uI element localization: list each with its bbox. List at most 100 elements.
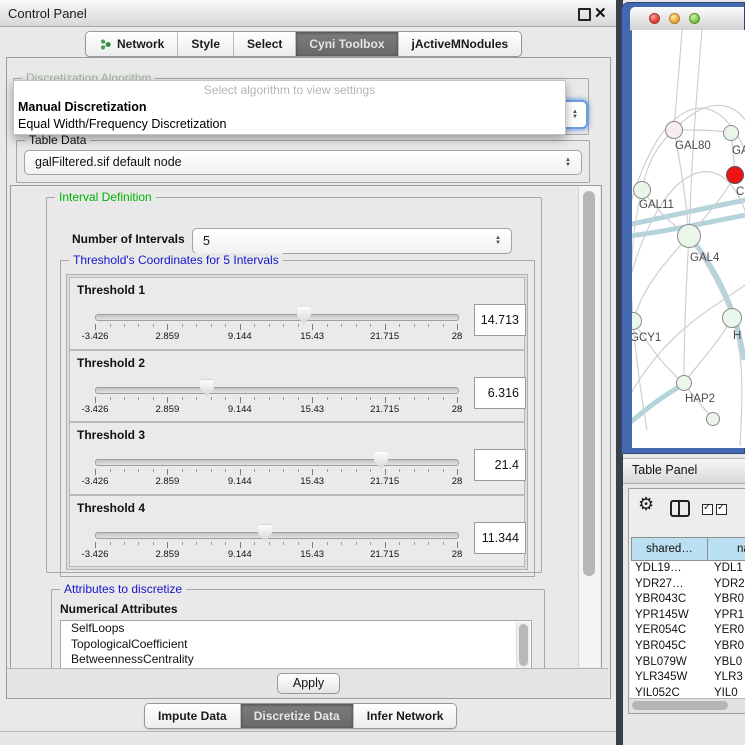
- slider-tick: [370, 397, 371, 400]
- slider-handle[interactable]: [374, 452, 388, 469]
- slider-tick: [457, 324, 458, 330]
- threshold-value-field[interactable]: 14.713: [474, 304, 526, 336]
- threshold-label: Threshold 3: [77, 428, 145, 442]
- settings-scrollbar-track[interactable]: [578, 186, 600, 667]
- tab-impute-data[interactable]: Impute Data: [145, 704, 241, 728]
- cell-name: YBR0: [706, 592, 744, 608]
- combo-arrows-icon: ▲▼: [565, 158, 571, 168]
- slider-tick: [298, 324, 299, 327]
- slider-tick: [225, 469, 226, 472]
- list-item-selfloops[interactable]: SelfLoops: [61, 621, 531, 637]
- algorithm-dropdown-popup: Select algorithm to view settings Manual…: [13, 80, 566, 135]
- columns-icon[interactable]: [670, 500, 690, 517]
- slider-tick-label: 21.715: [363, 476, 407, 487]
- tab-select[interactable]: Select: [234, 32, 296, 56]
- table-data-combobox[interactable]: galFiltered.sif default node ▲▼: [24, 150, 582, 175]
- list-item-topologicalcoefficient[interactable]: TopologicalCoefficient: [61, 637, 531, 653]
- tab-jactivemnodules[interactable]: jActiveMNodules: [399, 32, 522, 56]
- yellow-light-icon[interactable]: [669, 13, 680, 24]
- gear-icon[interactable]: ⚙: [638, 495, 654, 513]
- tab-network[interactable]: Network: [86, 32, 178, 56]
- slider-tick: [428, 397, 429, 400]
- network-node-gal4[interactable]: [677, 224, 701, 248]
- network-node-c[interactable]: [726, 166, 744, 184]
- table-row[interactable]: YLR345WYLR3: [630, 670, 745, 686]
- slider-tick: [240, 397, 241, 403]
- tab-infer-network[interactable]: Infer Network: [354, 704, 457, 728]
- network-node-gal80[interactable]: [665, 121, 683, 139]
- checkbox-icon[interactable]: [702, 504, 713, 515]
- table-row[interactable]: YBR045CYBR0: [630, 639, 745, 655]
- table-hscrollbar-track[interactable]: [629, 698, 745, 713]
- network-node-h[interactable]: [722, 308, 742, 328]
- slider-track[interactable]: [95, 532, 459, 539]
- node-label-ga: GA: [732, 145, 745, 157]
- table-row[interactable]: YDL19…YDL1: [630, 561, 745, 577]
- close-icon[interactable]: ✕: [594, 4, 607, 22]
- column-header-name[interactable]: na: [707, 537, 745, 561]
- slider-tick: [399, 324, 400, 327]
- slider-tick: [312, 397, 313, 403]
- green-light-icon[interactable]: [689, 13, 700, 24]
- table-data-combobox-value: galFiltered.sif default node: [25, 151, 581, 174]
- popup-item-manual-discretization[interactable]: Manual Discretization: [14, 99, 565, 116]
- slider-handle[interactable]: [297, 307, 311, 324]
- float-icon[interactable]: [578, 8, 591, 21]
- slider-tick-label: 28: [435, 549, 479, 560]
- table-row[interactable]: YPR145WYPR1: [630, 608, 745, 624]
- slider-tick: [356, 324, 357, 327]
- slider-tick: [370, 324, 371, 327]
- table-row[interactable]: YBL079WYBL0: [630, 655, 745, 671]
- tab-discretize-data[interactable]: Discretize Data: [241, 704, 354, 728]
- slider-tick: [443, 324, 444, 327]
- slider-tick: [327, 469, 328, 472]
- slider-track[interactable]: [95, 387, 459, 394]
- table-hscrollbar-thumb[interactable]: [632, 701, 728, 710]
- cell-shared-name: YBL079W: [630, 655, 706, 671]
- network-node-gal11[interactable]: [633, 181, 651, 199]
- slider-tick: [356, 542, 357, 545]
- network-canvas[interactable]: GAL80GACGAL11GAL4GCY1HHAP2: [632, 30, 745, 448]
- slider-track[interactable]: [95, 314, 459, 321]
- list-scrollbar-thumb[interactable]: [519, 624, 528, 666]
- threshold-value-field[interactable]: 11.344: [474, 522, 526, 554]
- red-light-icon[interactable]: [649, 13, 660, 24]
- slider-tick: [399, 397, 400, 400]
- node-label-h: H: [733, 330, 741, 342]
- numerical-attributes-list[interactable]: SelfLoopsTopologicalCoefficientBetweenne…: [60, 620, 532, 670]
- slider-tick-label: 21.715: [363, 549, 407, 560]
- threshold-value-field[interactable]: 6.316: [474, 377, 526, 409]
- apply-button[interactable]: Apply: [277, 673, 340, 694]
- tab-label: Network: [117, 37, 164, 51]
- slider-tick: [356, 397, 357, 400]
- list-scrollbar-track[interactable]: [516, 622, 530, 670]
- network-node-hap2[interactable]: [676, 375, 692, 391]
- network-node-ga[interactable]: [723, 125, 739, 141]
- number-of-intervals-spinner[interactable]: 5 ▲▼: [192, 228, 512, 254]
- slider-track[interactable]: [95, 459, 459, 466]
- slider-handle[interactable]: [200, 380, 214, 397]
- table-row[interactable]: YIL052CYIL0: [630, 686, 745, 698]
- threshold-value-field[interactable]: 21.4: [474, 449, 526, 481]
- column-header-shared[interactable]: shared…: [631, 537, 708, 561]
- tab-style[interactable]: Style: [178, 32, 234, 56]
- network-node[interactable]: [706, 412, 720, 426]
- node-label-gal80: GAL80: [675, 140, 711, 152]
- slider-tick: [182, 542, 183, 545]
- checkbox-icon[interactable]: [716, 504, 727, 515]
- table-row[interactable]: YBR043CYBR0: [630, 592, 745, 608]
- popup-item-equal-width-frequency-discretization[interactable]: Equal Width/Frequency Discretization: [14, 116, 565, 133]
- table-row[interactable]: YDR27…YDR2: [630, 577, 745, 593]
- slider-handle[interactable]: [258, 525, 272, 542]
- slider-tick: [414, 542, 415, 545]
- thresholds-group-title: Threshold's Coordinates for 5 Intervals: [69, 253, 283, 267]
- table-row[interactable]: YER054CYER0: [630, 623, 745, 639]
- slider-tick: [254, 324, 255, 327]
- slider-tick: [110, 469, 111, 472]
- settings-scrollbar-thumb[interactable]: [583, 191, 595, 576]
- slider-tick: [327, 324, 328, 327]
- list-item-betweennesscentrality[interactable]: BetweennessCentrality: [61, 652, 531, 668]
- combo-arrows-icon: ▲▼: [572, 110, 578, 120]
- slider-tick: [138, 469, 139, 472]
- tab-cyni-toolbox[interactable]: Cyni Toolbox: [296, 32, 398, 56]
